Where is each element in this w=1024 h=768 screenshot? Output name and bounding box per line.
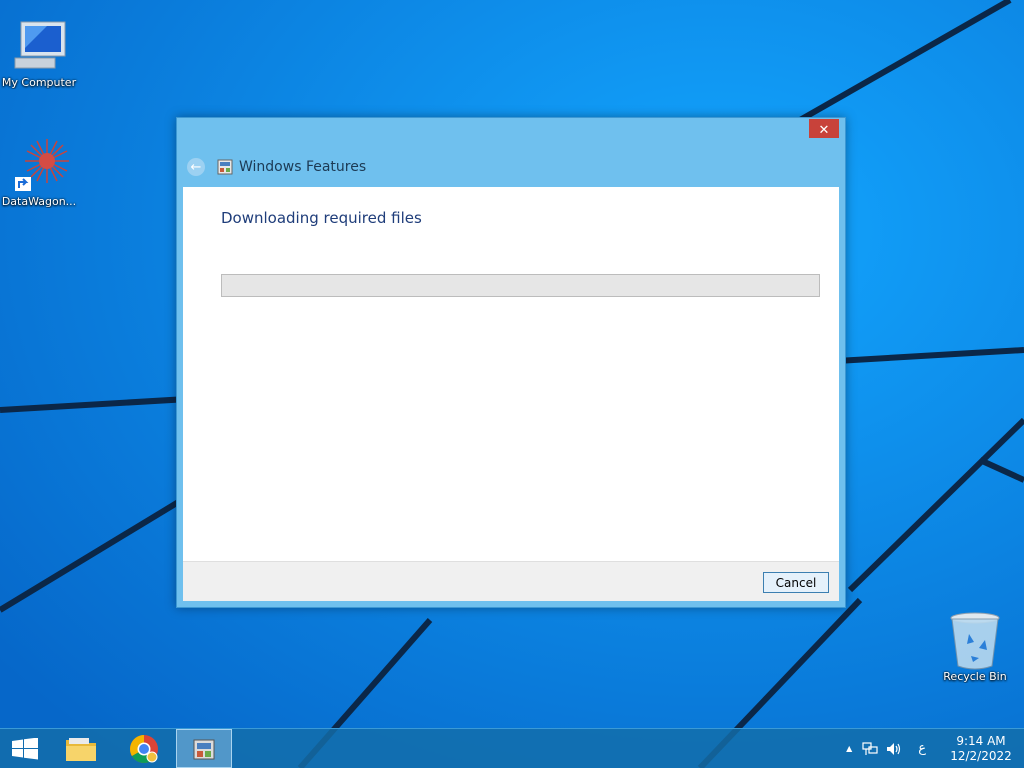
desktop-icon-label: DataWagon... — [1, 195, 77, 208]
recycle-bin-icon — [943, 612, 1007, 670]
windows-features-icon — [217, 159, 233, 175]
close-button[interactable]: ✕ — [809, 119, 839, 138]
cancel-button[interactable]: Cancel — [763, 572, 829, 593]
desktop-icon-label: My Computer — [1, 76, 77, 89]
datawagon-icon — [7, 137, 71, 193]
windows-logo-icon — [12, 737, 38, 759]
taskbar-chrome[interactable] — [118, 729, 170, 768]
chrome-icon — [130, 734, 158, 763]
clock-date: 12/2/2022 — [950, 748, 1012, 763]
clock[interactable]: 9:14 AM 12/2/2022 — [946, 734, 1016, 764]
desktop-icon-datawagon[interactable]: DataWagon... — [0, 137, 79, 208]
system-tray: ▲ ع 9:14 AM 12/2/2022 — [846, 729, 1024, 768]
dialog-header: ← Windows Features — [187, 156, 366, 178]
dialog-content: Downloading required files — [183, 187, 839, 561]
dialog-footer: Cancel — [183, 561, 839, 601]
dialog-title: Windows Features — [239, 159, 367, 175]
back-arrow-icon[interactable]: ← — [187, 158, 205, 176]
progress-bar — [221, 274, 820, 297]
folder-icon — [66, 737, 96, 761]
taskbar-windows-features[interactable] — [176, 729, 232, 768]
taskbar: ▲ ع 9:14 AM 12/2/2022 — [0, 728, 1024, 768]
windows-features-icon — [193, 739, 215, 759]
volume-icon[interactable] — [886, 742, 902, 756]
clock-time: 9:14 AM — [956, 733, 1006, 748]
desktop-icon-my-computer[interactable]: My Computer — [0, 18, 79, 89]
show-hidden-icons-icon[interactable]: ▲ — [846, 744, 852, 753]
input-language-indicator[interactable]: ع — [918, 741, 926, 756]
desktop-icon-recycle-bin[interactable]: Recycle Bin — [935, 612, 1015, 683]
status-text: Downloading required files — [221, 209, 422, 227]
show-desktop-button[interactable] — [1016, 729, 1024, 768]
computer-icon — [7, 18, 71, 74]
taskbar-file-explorer[interactable] — [56, 729, 106, 768]
network-icon[interactable] — [862, 741, 878, 756]
start-button[interactable] — [0, 729, 50, 768]
windows-features-dialog: ✕ ← Windows Features Downloading require… — [176, 117, 846, 608]
